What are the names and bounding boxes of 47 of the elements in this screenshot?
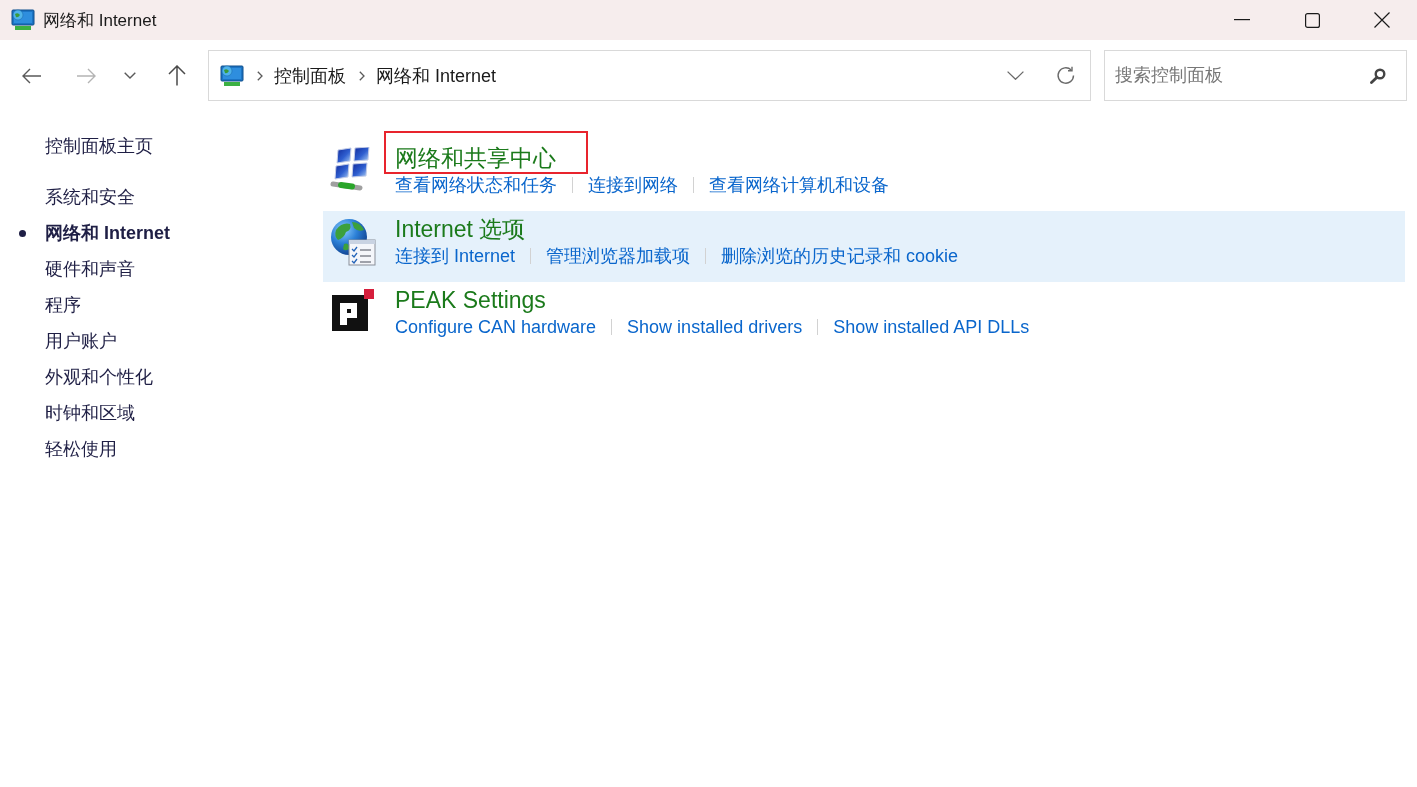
arrow-up-icon <box>168 65 186 86</box>
task-link[interactable]: 查看网络状态和任务 <box>395 173 557 197</box>
bullet-icon <box>18 229 26 237</box>
search-field[interactable]: 搜索控制面板 <box>1104 50 1407 101</box>
sidebar-link[interactable]: 硬件和声音 <box>45 257 135 281</box>
window-title: 网络和 Internet <box>43 9 157 32</box>
task-link[interactable]: Configure CAN hardware <box>395 315 597 339</box>
arrow-right-icon <box>76 67 96 84</box>
maximize-icon <box>1304 12 1320 28</box>
sidebar-link[interactable]: 轻松使用 <box>45 437 117 461</box>
sidebar-link[interactable]: 时钟和区域 <box>45 401 135 425</box>
address-dropdown-button[interactable] <box>1007 71 1024 80</box>
task-link[interactable]: 连接到网络 <box>588 173 678 197</box>
category-title-link[interactable]: Internet 选项 <box>395 215 526 243</box>
category-title-link[interactable]: 网络和共享中心 <box>395 144 556 172</box>
refresh-button[interactable] <box>1056 65 1076 86</box>
globe-checklist-icon[interactable] <box>330 218 376 266</box>
category-title-link[interactable]: PEAK Settings <box>395 286 546 314</box>
task-link[interactable]: 连接到 Internet <box>395 244 516 268</box>
breadcrumb[interactable]: 网络和 Internet <box>376 63 497 88</box>
address-bar[interactable]: 控制面板 网络和 Internet <box>208 50 1091 101</box>
task-link[interactable]: 查看网络计算机和设备 <box>709 173 889 197</box>
monitor-globe-icon <box>11 9 35 31</box>
sidebar-link[interactable]: 用户账户 <box>45 329 117 353</box>
sidebar-link[interactable]: 系统和安全 <box>45 185 135 209</box>
sidebar-link[interactable]: 控制面板主页 <box>45 128 153 164</box>
search-button[interactable] <box>1370 67 1386 84</box>
task-link[interactable]: 管理浏览器加载项 <box>546 244 691 268</box>
refresh-icon <box>1056 65 1076 86</box>
chevron-right-icon <box>359 70 365 81</box>
task-link[interactable]: Show installed API DLLs <box>833 315 1030 339</box>
sidebar-link[interactable]: 程序 <box>45 293 81 317</box>
task-link[interactable]: Show installed drivers <box>627 315 803 339</box>
minimize-icon <box>1234 19 1250 21</box>
chevron-right-icon <box>257 70 263 81</box>
p-logo-icon[interactable] <box>330 289 374 333</box>
search-input[interactable]: 搜索控制面板 <box>1115 65 1364 86</box>
task-link[interactable]: 删除浏览的历史记录和 cookie <box>721 244 959 268</box>
monitor-globe-icon <box>220 64 244 87</box>
close-icon <box>1374 12 1390 28</box>
sidebar-link[interactable]: 网络和 Internet <box>45 221 170 245</box>
search-icon <box>1370 67 1386 84</box>
sidebar-link[interactable]: 外观和个性化 <box>45 365 153 389</box>
arrow-left-icon <box>22 67 42 84</box>
chevron-down-icon <box>124 72 136 79</box>
chevron-down-icon <box>1007 71 1024 80</box>
breadcrumb[interactable]: 控制面板 <box>274 63 346 88</box>
